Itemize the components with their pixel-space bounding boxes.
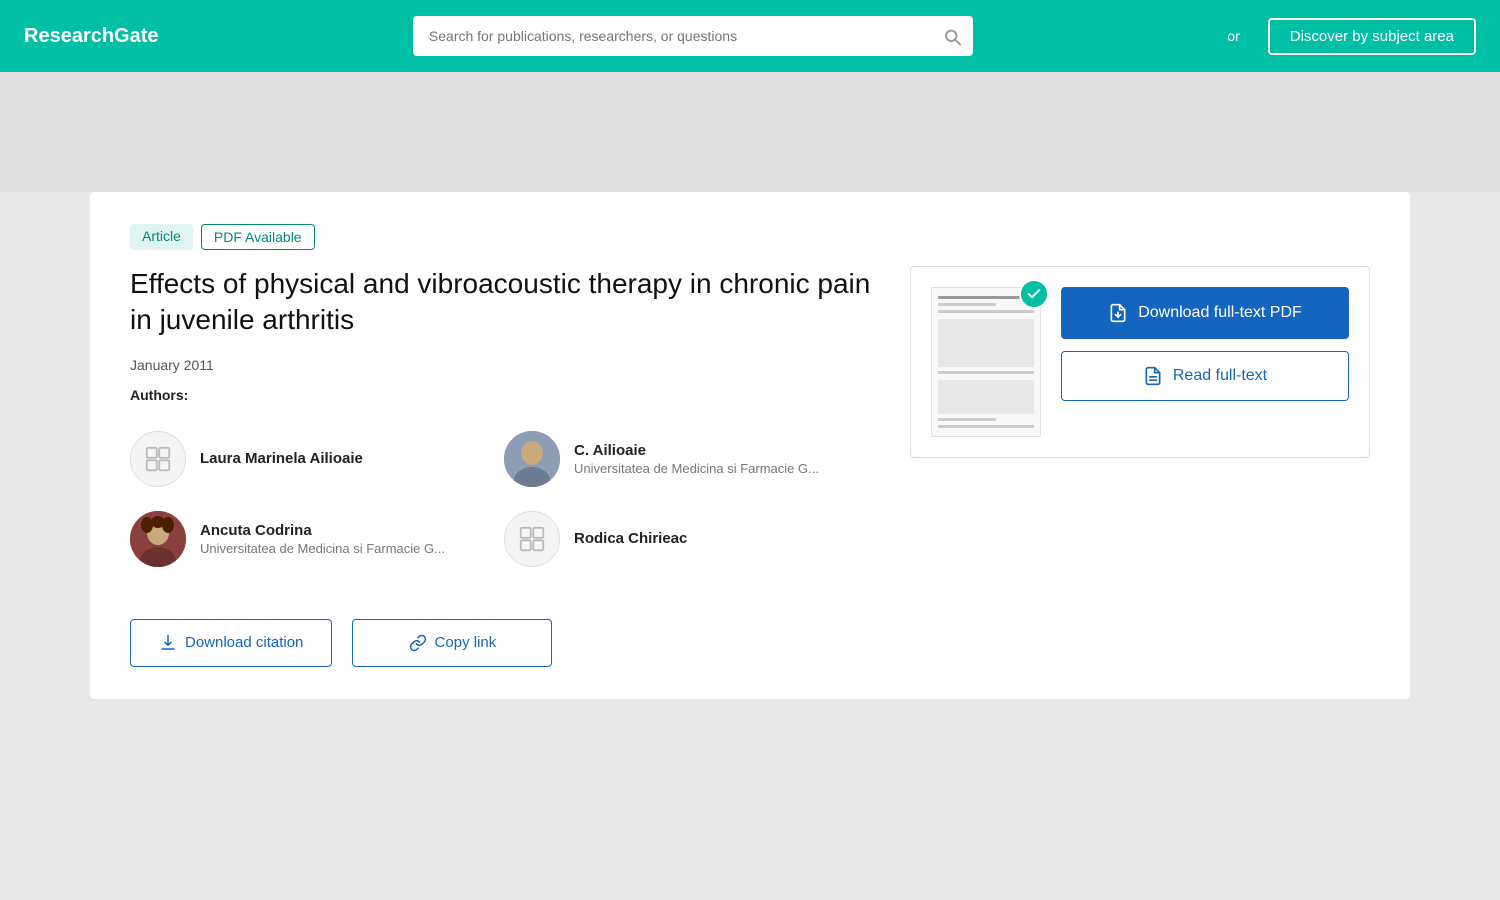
- author-affiliation: Universitatea de Medicina si Farmacie G.…: [574, 461, 819, 476]
- author-name: C. Ailioaie: [574, 442, 819, 459]
- read-fulltext-label: Read full-text: [1173, 367, 1267, 385]
- badges-row: Article PDF Available: [130, 224, 1370, 250]
- pdf-thumbnail: [931, 287, 1041, 437]
- article-info: Effects of physical and vibroacoustic th…: [130, 266, 878, 667]
- avatar: [130, 511, 186, 567]
- discover-by-subject-button[interactable]: Discover by subject area: [1268, 18, 1476, 55]
- pdf-card: Download full-text PDF Read full-text: [910, 266, 1370, 458]
- author-info: Laura Marinela Ailioaie: [200, 450, 363, 467]
- search-container: [413, 16, 973, 56]
- download-fulltext-pdf-button[interactable]: Download full-text PDF: [1061, 287, 1349, 339]
- search-icon: [943, 26, 961, 47]
- author-name: Ancuta Codrina: [200, 522, 445, 539]
- authors-label: Authors:: [130, 387, 878, 403]
- pdf-available-badge: PDF Available: [201, 224, 315, 250]
- authors-grid: Laura Marinela Ailioaie: [130, 419, 878, 579]
- author-item[interactable]: Rodica Chirieac: [504, 499, 878, 579]
- avatar: [130, 431, 186, 487]
- download-citation-button[interactable]: Download citation: [130, 619, 332, 667]
- author-name: Rodica Chirieac: [574, 530, 687, 547]
- article-date: January 2011: [130, 357, 878, 373]
- pdf-actions: Download full-text PDF Read full-text: [1061, 287, 1349, 401]
- check-badge: [1019, 279, 1049, 309]
- bottom-actions: Download citation Copy link: [130, 611, 878, 667]
- download-fulltext-label: Download full-text PDF: [1138, 304, 1302, 322]
- article-badge: Article: [130, 224, 193, 250]
- download-citation-label: Download citation: [185, 634, 303, 651]
- banner-area: [0, 72, 1500, 192]
- read-fulltext-button[interactable]: Read full-text: [1061, 351, 1349, 401]
- avatar: [504, 511, 560, 567]
- pdf-panel: Download full-text PDF Read full-text: [910, 266, 1370, 458]
- author-affiliation: Universitatea de Medicina si Farmacie G.…: [200, 541, 445, 556]
- content-row: Effects of physical and vibroacoustic th…: [130, 266, 1370, 667]
- author-info: C. Ailioaie Universitatea de Medicina si…: [574, 442, 819, 476]
- author-info: Rodica Chirieac: [574, 530, 687, 547]
- avatar: [504, 431, 560, 487]
- search-input[interactable]: [413, 16, 973, 56]
- copy-link-button[interactable]: Copy link: [352, 619, 552, 667]
- article-title: Effects of physical and vibroacoustic th…: [130, 266, 878, 339]
- author-info: Ancuta Codrina Universitatea de Medicina…: [200, 522, 445, 556]
- card-wrapper: Article PDF Available Effects of physica…: [70, 192, 1430, 739]
- author-item[interactable]: C. Ailioaie Universitatea de Medicina si…: [504, 419, 878, 499]
- or-text: or: [1227, 28, 1239, 44]
- logo: ResearchGate: [24, 25, 159, 48]
- author-item[interactable]: Laura Marinela Ailioaie: [130, 419, 504, 499]
- author-item[interactable]: Ancuta Codrina Universitatea de Medicina…: [130, 499, 504, 579]
- copy-link-label: Copy link: [435, 634, 497, 651]
- pdf-preview: [931, 287, 1041, 437]
- author-name: Laura Marinela Ailioaie: [200, 450, 363, 467]
- header: ResearchGate or Discover by subject area: [0, 0, 1500, 72]
- article-card: Article PDF Available Effects of physica…: [90, 192, 1410, 699]
